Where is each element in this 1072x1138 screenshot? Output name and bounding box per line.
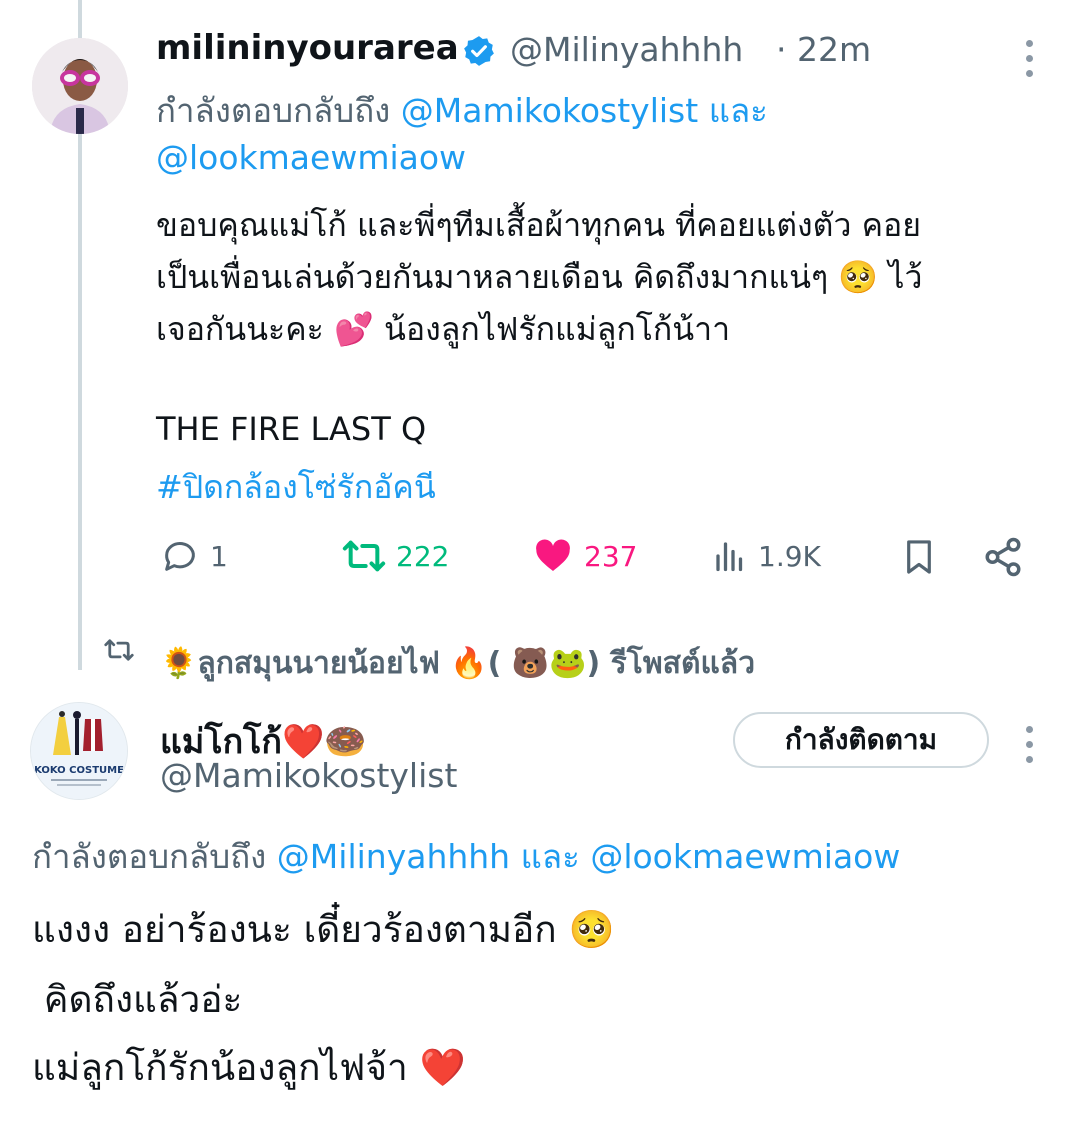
hashtag-link[interactable]: #ปิดกล้องโซ่รักอัคนี [156,462,436,513]
tweet-body-line: แงงง อย่าร้องนะ เดี๋ยวร้องตามอีก 🥺 [32,908,615,951]
tweet-body-line: คิดถึงแล้วอ่ะ [32,978,243,1021]
heart-icon [536,539,570,571]
mention-link[interactable]: @Milinyahhhh [277,837,510,876]
replying-to-prefix: กำลังตอบกลับถึง [32,837,267,876]
repost-icon [104,639,134,661]
replying-to-line: กำลังตอบกลับถึง @Mamikokostylist และ [156,84,768,137]
author-handle[interactable]: @Mamikokostylist [160,756,457,795]
like-button[interactable]: 237 [532,536,637,576]
replying-conjunction: และ [708,91,768,130]
verified-badge-icon [464,36,494,66]
reply-button[interactable]: 1 [160,536,228,576]
retweet-icon [342,540,386,572]
replying-to-line: กำลังตอบกลับถึง @Milinyahhhh และ @lookma… [32,830,900,883]
avatar-image [32,38,128,134]
reply-count: 1 [210,539,228,573]
mention-link[interactable]: @Mamikokostylist [401,91,698,130]
following-button-label: กำลังติดตาม [784,723,938,756]
repost-notice[interactable]: 🌻ลูกสมุนนายน้อยไฟ 🔥( 🐻🐸) รีโพสต์แล้ว [160,640,755,687]
more-options-icon[interactable] [1026,726,1034,763]
avatar-brand-text: KOKO COSTUME [34,765,124,776]
more-options-icon[interactable] [1026,40,1034,77]
tweet-timestamp[interactable]: · 22m [776,30,871,69]
reply-icon [165,542,195,571]
author-display-name[interactable]: milininyourarea [156,28,459,68]
tweet-body-line: แม่ลูกโก้รักน้องลูกไฟจ้า ❤️ [32,1046,466,1089]
views-button[interactable]: 1.9K [712,536,821,576]
mention-link[interactable]: @lookmaewmiaow [590,837,900,876]
share-icon[interactable] [982,536,1024,578]
avatar-milininyourarea[interactable] [32,38,128,134]
analytics-icon [716,542,743,572]
retweet-button[interactable]: 222 [342,536,449,576]
following-button[interactable]: กำลังติดตาม [733,712,989,768]
tweet-body-line: เป็นเพื่อนเล่นด้วยกันมาหลายเดือน คิดถึงม… [156,258,923,296]
retweet-count: 222 [396,539,450,573]
tweet-body-line: ขอบคุณแม่โก้ และพี่ๆทีมเสื้อผ้าทุกคน ที่… [156,206,921,244]
mention-link[interactable]: @lookmaewmiaow [156,138,466,177]
views-count: 1.9K [758,539,821,573]
tweet-body-line: THE FIRE LAST Q [156,410,427,448]
tweet-body-line: เจอกันนะคะ 💕 น้องลูกไฟรักแม่ลูกโก้น้าา [156,310,731,348]
like-count: 237 [584,539,638,573]
replying-to-prefix: กำลังตอบกลับถึง [156,91,391,130]
avatar-mamikokostylist[interactable]: KOKO COSTUME [30,702,128,800]
avatar-image: KOKO COSTUME [31,703,127,799]
bookmark-icon[interactable] [900,536,938,578]
author-handle[interactable]: @Milinyahhhh [510,30,743,69]
replying-conjunction: และ [520,837,580,876]
